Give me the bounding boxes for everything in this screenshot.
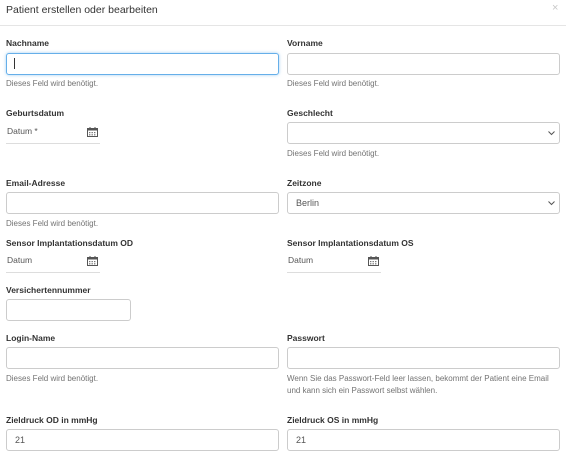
versichertennummer-label: Versichertennummer bbox=[6, 285, 91, 295]
zieldruck-od-input[interactable]: 21 bbox=[6, 429, 279, 451]
zieldruck-os-input[interactable]: 21 bbox=[287, 429, 560, 451]
email-label: Email-Adresse bbox=[6, 178, 66, 188]
geschlecht-required-hint: Dieses Feld wird benötigt. bbox=[287, 149, 380, 158]
text-cursor bbox=[14, 58, 15, 69]
login-required-hint: Dieses Feld wird benötigt. bbox=[6, 374, 99, 383]
chevron-down-icon bbox=[548, 201, 555, 206]
sensor-od-label: Sensor Implantationsdatum OD bbox=[6, 238, 134, 248]
geburtsdatum-label: Geburtsdatum bbox=[6, 108, 65, 118]
sensor-os-label: Sensor Implantationsdatum OS bbox=[287, 238, 414, 248]
vorname-input[interactable] bbox=[287, 53, 560, 75]
calendar-icon[interactable] bbox=[87, 256, 98, 266]
passwort-input[interactable] bbox=[287, 347, 560, 369]
sensor-os-placeholder: Datum bbox=[288, 255, 314, 265]
calendar-icon[interactable] bbox=[368, 256, 379, 266]
nachname-required-hint: Dieses Feld wird benötigt. bbox=[6, 79, 99, 88]
modal-title: Patient erstellen oder bearbeiten bbox=[6, 4, 158, 16]
login-label: Login-Name bbox=[6, 333, 56, 343]
passwort-hint: Wenn Sie das Passwort-Feld leer lassen, … bbox=[287, 374, 549, 395]
calendar-icon[interactable] bbox=[87, 127, 98, 137]
sensor-os-input[interactable]: Datum bbox=[287, 251, 381, 273]
zeitzone-label: Zeitzone bbox=[287, 178, 322, 188]
zeitzone-select[interactable]: Berlin bbox=[287, 192, 560, 214]
vorname-required-hint: Dieses Feld wird benötigt. bbox=[287, 79, 380, 88]
geschlecht-label: Geschlecht bbox=[287, 108, 333, 118]
zieldruck-od-label: Zieldruck OD in mmHg bbox=[6, 415, 98, 425]
email-input[interactable] bbox=[6, 192, 279, 214]
sensor-od-input[interactable]: Datum bbox=[6, 251, 100, 273]
nachname-input[interactable] bbox=[6, 53, 279, 75]
geschlecht-select[interactable] bbox=[287, 122, 560, 144]
close-icon[interactable]: × bbox=[552, 2, 558, 14]
passwort-label: Passwort bbox=[287, 333, 325, 343]
email-required-hint: Dieses Feld wird benötigt. bbox=[6, 219, 99, 228]
chevron-down-icon bbox=[548, 131, 555, 136]
zeitzone-value: Berlin bbox=[296, 198, 320, 208]
geburtsdatum-placeholder: Datum * bbox=[7, 126, 38, 136]
login-input[interactable] bbox=[6, 347, 279, 369]
geburtsdatum-input[interactable]: Datum * bbox=[6, 122, 100, 144]
sensor-od-placeholder: Datum bbox=[7, 255, 33, 265]
nachname-label: Nachname bbox=[6, 38, 49, 48]
zieldruck-os-label: Zieldruck OS in mmHg bbox=[287, 415, 379, 425]
modal-header: Patient erstellen oder bearbeiten × bbox=[0, 0, 566, 26]
vorname-label: Vorname bbox=[287, 38, 323, 48]
versichertennummer-input[interactable] bbox=[6, 299, 131, 321]
